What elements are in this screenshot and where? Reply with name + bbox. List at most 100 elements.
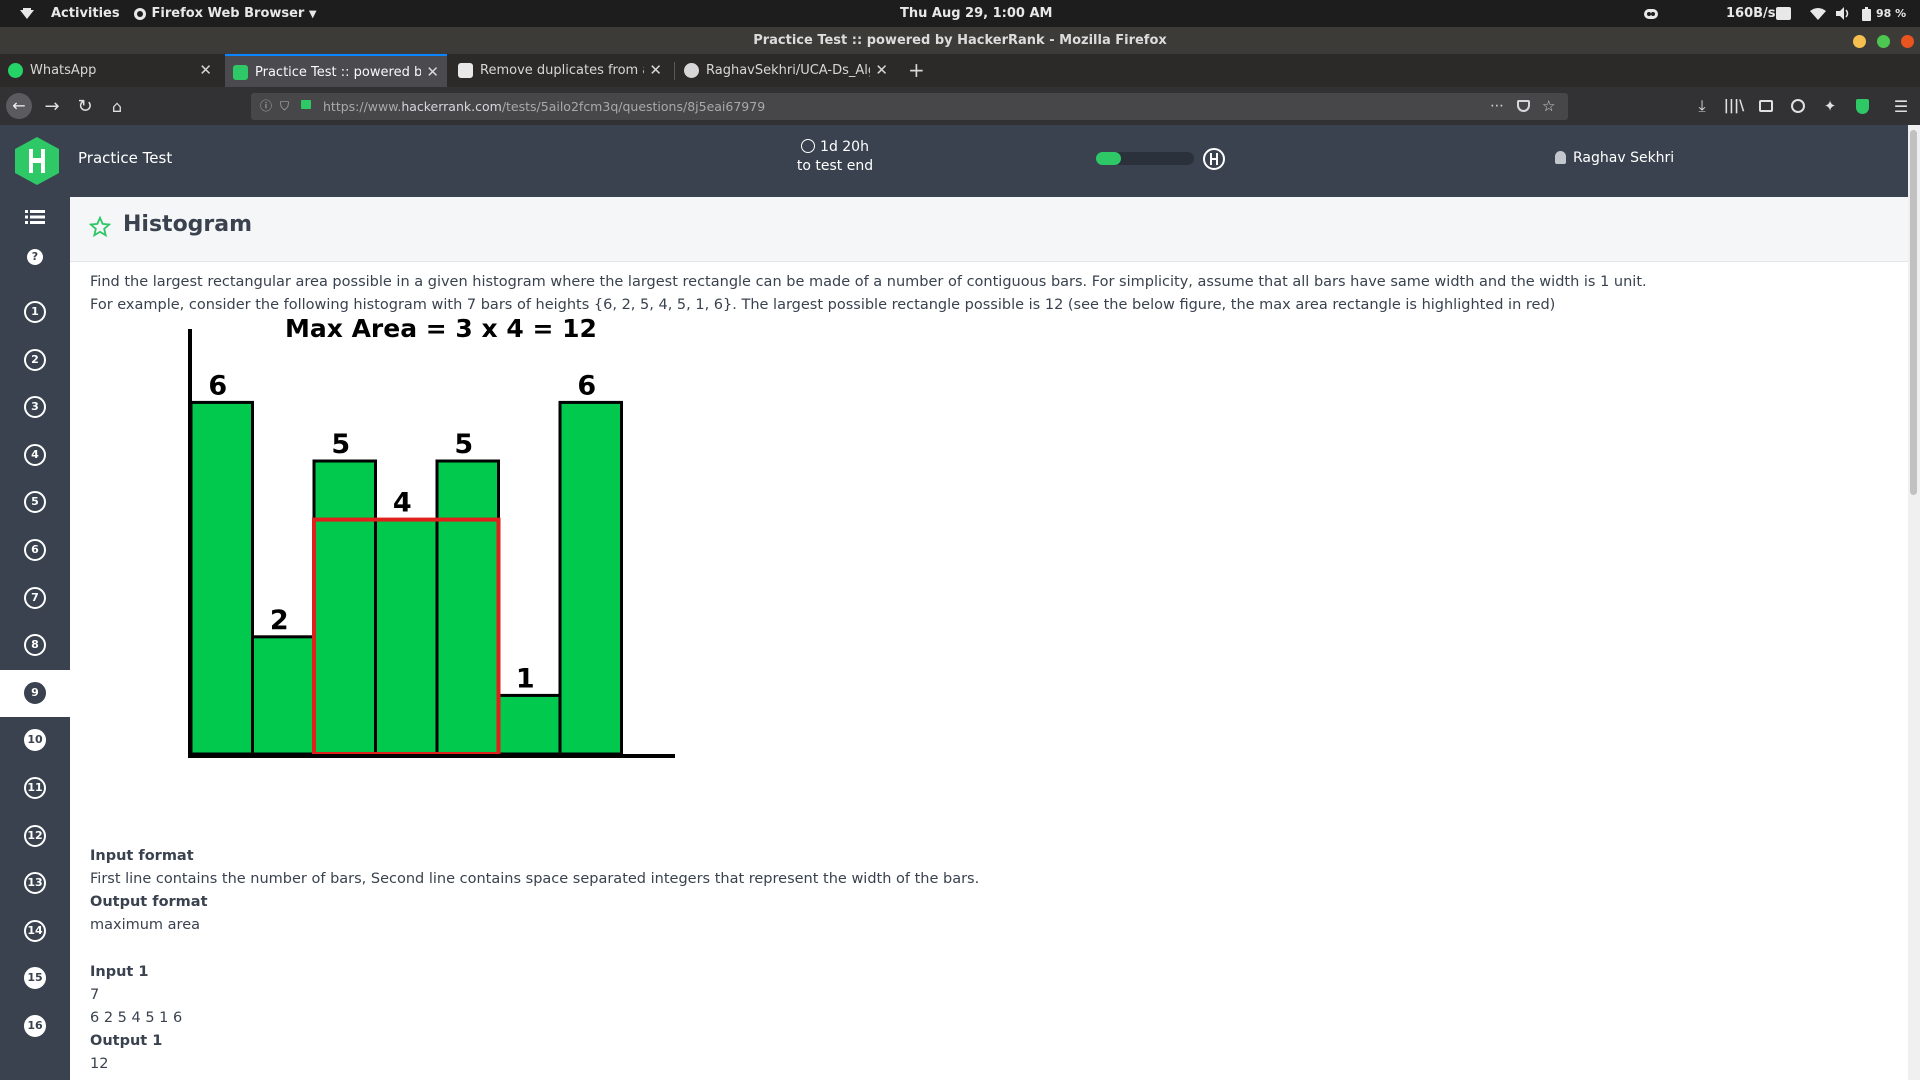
forward-button[interactable]: → [37,87,67,125]
downloads-button[interactable]: ⤓ [1687,87,1717,125]
library-button[interactable]: |||\ [1719,87,1749,125]
question-number-12[interactable]: 12 [0,813,70,860]
output1-value: 12 [90,1056,109,1072]
library-icon: |||\ [1723,98,1745,114]
question-number-11[interactable]: 11 [0,765,70,812]
user-name: Raghav Sekhri [1573,150,1675,166]
geeksforgeeks-icon [458,63,473,78]
question-number-10[interactable]: 10 [0,717,70,764]
question-number-4[interactable]: 4 [0,432,70,479]
system-menu-icon[interactable] [20,0,34,27]
output-format-heading: Output format [90,894,208,910]
close-tab-icon[interactable]: ✕ [199,54,212,87]
window-title-bar: Practice Test :: powered by HackerRank -… [0,27,1920,54]
hamburger-menu-icon: ☰ [1893,96,1909,116]
indicator-applet-icon[interactable] [1643,0,1659,27]
question-header: Histogram [70,197,1908,262]
tab-strip: WhatsApp ✕ Practice Test :: powered by H… [0,54,1920,87]
maximize-button[interactable] [1877,35,1890,48]
tab-label: RaghavSekhri/UCA-Ds_Algo [706,63,870,78]
tab-remove-duplicates[interactable]: Remove duplicates from an ✕ [450,54,670,87]
hackerrank-logo-icon[interactable] [15,137,59,185]
url-bar[interactable]: ⓘ ⛉ https://www.hackerrank.com/tests/5ai… [251,93,1568,120]
bookmark-star-icon[interactable] [89,216,111,238]
tab-github-repo[interactable]: RaghavSekhri/UCA-Ds_Algo ✕ [676,54,896,87]
user-icon [1555,151,1566,164]
app-menu[interactable]: Firefox Web Browser ▼ [133,0,317,27]
url-path: /tests/5ailo2fcm3q/questions/8j5eai67979 [501,99,766,114]
tab-label: Practice Test :: powered by HackerRank [255,65,421,80]
page-actions-icon[interactable]: ⋯ [1490,93,1504,120]
close-window-button[interactable] [1901,35,1914,48]
question-number-7[interactable]: 7 [0,575,70,622]
network-indicator-icon [1776,0,1791,27]
close-tab-icon[interactable]: ✕ [649,54,662,87]
close-tab-icon[interactable]: ✕ [875,54,888,87]
question-list-icon[interactable] [25,209,45,229]
url-prefix: https://www. [323,99,402,114]
pocket-icon[interactable] [1517,100,1530,112]
question-number-label: 6 [24,539,46,561]
question-number-15[interactable]: 15 [0,955,70,1002]
question-number-2[interactable]: 2 [0,337,70,384]
tracking-shield-icon[interactable]: ⛉ [280,93,289,120]
menu-button[interactable]: ☰ [1886,87,1916,125]
question-number-16[interactable]: 16 [0,1003,70,1050]
battery-percent: 98 % [1876,7,1907,20]
question-number-label: 16 [24,1015,46,1037]
question-number-8[interactable]: 8 [0,622,70,669]
extension-button[interactable]: ✦ [1815,87,1845,125]
bookmark-star-icon[interactable]: ☆ [1542,93,1555,120]
question-number-1[interactable]: 1 [0,289,70,336]
question-number-label: 1 [24,301,46,323]
tab-practice-test[interactable]: Practice Test :: powered by HackerRank ✕ [225,54,447,87]
question-number-14[interactable]: 14 [0,908,70,955]
question-number-5[interactable]: 5 [0,479,70,526]
bar-value-label: 2 [270,605,289,636]
lock-icon[interactable] [301,100,311,109]
histogram-figure: Max Area = 3 x 4 = 12 6 2 5 4 5 1 6 [188,314,675,758]
question-number-label: 7 [24,586,46,609]
sidebar-toggle-button[interactable] [1751,87,1781,125]
question-number-3[interactable]: 3 [0,384,70,431]
close-tab-icon[interactable]: ✕ [426,56,439,89]
page-scrollbar[interactable] [1908,125,1920,1080]
firefox-icon [133,6,152,21]
minimize-button[interactable] [1853,35,1866,48]
activities-button[interactable]: Activities [51,0,120,27]
tab-whatsapp[interactable]: WhatsApp ✕ [0,54,220,87]
back-arrow-icon: ← [6,93,32,119]
scrollbar-thumb[interactable] [1910,130,1917,495]
adblock-button[interactable] [1847,87,1877,125]
shield-icon [1855,98,1869,114]
clock[interactable]: Thu Aug 29, 1:00 AM [900,0,1052,27]
histogram-bar [558,400,623,756]
new-tab-button[interactable]: + [900,54,932,87]
question-panel: Histogram Find the largest rectangular a… [70,197,1908,1080]
battery-icon[interactable] [1862,0,1871,27]
test-header: Practice Test 1d 20h to test end Raghav … [0,125,1908,197]
reload-button[interactable]: ↻ [70,87,100,125]
tab-label: Remove duplicates from an [480,63,644,78]
histogram-bar [251,635,316,756]
test-progress-bar [1096,152,1194,165]
question-number-9[interactable]: 9 [0,669,70,717]
navigation-toolbar: ← → ↻ ⌂ ⓘ ⛉ https://www.hackerrank.com/t… [0,87,1920,125]
url-text[interactable]: https://www.hackerrank.com/tests/5ailo2f… [323,93,765,120]
bar-value-label: 6 [208,370,227,401]
user-menu[interactable]: Raghav Sekhri [1555,125,1674,191]
question-number-label: 9 [24,681,46,704]
wifi-icon[interactable] [1810,0,1826,27]
home-button[interactable]: ⌂ [102,87,132,125]
account-button[interactable] [1783,87,1813,125]
system-top-bar: Activities Firefox Web Browser ▼ Thu Aug… [0,0,1920,27]
volume-icon[interactable] [1836,0,1852,27]
input-format-heading: Input format [90,848,194,864]
question-number-13[interactable]: 13 [0,860,70,907]
test-timer: 1d 20h to test end [790,138,880,176]
hackerrank-badge-icon [1203,148,1225,170]
info-icon[interactable]: ⓘ [260,93,272,120]
back-button[interactable]: ← [4,87,34,125]
help-icon[interactable]: ? [27,249,43,265]
question-number-6[interactable]: 6 [0,527,70,574]
